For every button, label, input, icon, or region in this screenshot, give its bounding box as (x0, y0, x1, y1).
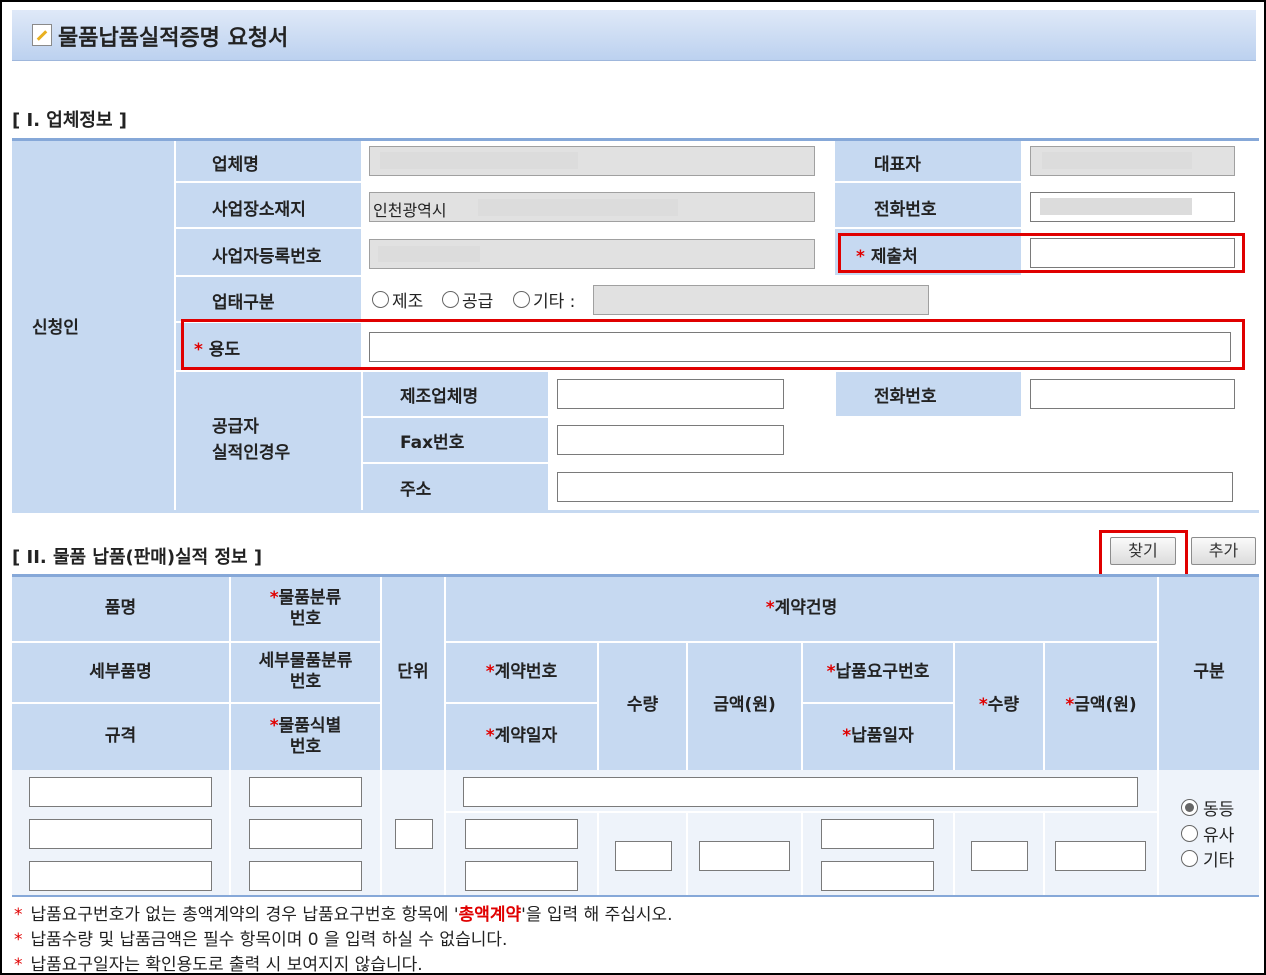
item-name-input[interactable] (29, 777, 212, 807)
business-type-other-field[interactable] (593, 285, 929, 315)
purpose-label: * 용도 (194, 340, 241, 360)
category-radio-other[interactable] (1181, 850, 1198, 867)
redacted-representative (1042, 152, 1192, 169)
header-delivery-date: *납품일자 (842, 726, 914, 746)
business-number-label: 사업자등록번호 (212, 247, 322, 267)
submit-to-label: * 제출처 (856, 247, 918, 267)
business-type-radio-other[interactable] (513, 291, 530, 308)
header-quantity: 수량 (626, 695, 659, 715)
supplier-label: 공급자 실적인경우 (212, 417, 291, 463)
amount-input[interactable] (699, 841, 790, 871)
page-header: 물품납품실적증명 요청서 (12, 10, 1256, 61)
section2-heading: [ II. 물품 납품(판매)실적 정보 ] (12, 547, 263, 568)
find-button[interactable]: 찾기 (1110, 537, 1176, 565)
header-unit: 단위 (397, 662, 429, 682)
category-option-2: 유사 (1203, 826, 1235, 846)
fax-field[interactable] (557, 425, 784, 455)
applicant-label: 신청인 (32, 318, 79, 338)
delivery-quantity-input[interactable] (971, 841, 1028, 871)
address-value: 인천광역시 (373, 201, 447, 220)
contract-name-input[interactable] (463, 777, 1138, 807)
category-radio-equivalent[interactable] (1181, 799, 1198, 816)
maker-phone-field[interactable] (1030, 379, 1235, 409)
header-goods-class-no: *물품분류 번호 (269, 588, 342, 629)
business-type-label: 업태구분 (212, 293, 275, 313)
phone-label: 전화번호 (874, 200, 937, 220)
fax-label: Fax번호 (400, 433, 465, 453)
maker-address-field[interactable] (557, 472, 1233, 502)
purpose-field[interactable] (369, 332, 1231, 362)
note-1: * 납품요구번호가 없는 총액계약의 경우 납품요구번호 항목에 '총액계약'을 … (14, 905, 673, 925)
header-goods-id-no: *물품식별 번호 (269, 716, 342, 757)
business-type-option-1: 제조 (392, 292, 424, 312)
maker-address-label: 주소 (400, 480, 432, 500)
redacted-phone (1040, 198, 1192, 215)
maker-phone-label: 전화번호 (874, 387, 937, 407)
quantity-input[interactable] (615, 841, 672, 871)
category-option-3: 기타 (1203, 851, 1235, 871)
section1-heading: [ I. 업체정보 ] (12, 110, 128, 131)
delivery-request-no-input[interactable] (821, 819, 934, 849)
business-type-radio-supply[interactable] (442, 291, 459, 308)
goods-class-no-input[interactable] (249, 777, 362, 807)
header-contract-date: *계약일자 (485, 726, 558, 746)
delivery-date-input[interactable] (821, 861, 934, 891)
redacted-address (478, 199, 678, 216)
category-option-1: 동등 (1203, 800, 1235, 820)
note-3: * 납품요구일자는 확인용도로 출력 시 보여지지 않습니다. (14, 955, 423, 975)
maker-name-field[interactable] (557, 379, 784, 409)
redacted-business-number (378, 246, 480, 262)
company-name-label: 업체명 (212, 155, 259, 175)
header-category: 구분 (1193, 662, 1225, 682)
header-amount: 금액(원) (713, 695, 776, 715)
header-spec: 규격 (104, 726, 137, 746)
maker-name-label: 제조업체명 (400, 387, 479, 407)
spec-input[interactable] (29, 861, 212, 891)
goods-id-no-input[interactable] (249, 861, 362, 891)
detail-class-no-input[interactable] (249, 819, 362, 849)
header-item-name: 품명 (104, 598, 137, 618)
contract-no-input[interactable] (465, 819, 578, 849)
header-detail-item-name: 세부품명 (89, 662, 152, 682)
note-2: * 납품수량 및 납품금액은 필수 항목이며 0 을 입력 하실 수 없습니다. (14, 930, 508, 950)
header-delivery-amount: *금액(원) (1065, 695, 1137, 715)
header-delivery-request-no: *납품요구번호 (826, 662, 930, 682)
business-type-radio-manufacture[interactable] (372, 291, 389, 308)
submit-to-field[interactable] (1030, 238, 1235, 268)
representative-label: 대표자 (874, 155, 921, 175)
document-edit-icon (32, 24, 52, 46)
header-contract-name: *계약건명 (765, 598, 838, 618)
address-label: 사업장소재지 (212, 200, 306, 220)
redacted-company-name (380, 152, 578, 169)
header-contract-no: *계약번호 (485, 662, 558, 682)
add-button[interactable]: 추가 (1191, 537, 1256, 565)
category-radio-similar[interactable] (1181, 825, 1198, 842)
business-type-option-3: 기타 : (533, 292, 576, 312)
business-type-option-2: 공급 (462, 292, 494, 312)
unit-input[interactable] (395, 819, 433, 849)
header-delivery-quantity: *수량 (978, 695, 1020, 715)
contract-date-input[interactable] (465, 861, 578, 891)
detail-item-name-input[interactable] (29, 819, 212, 849)
page-title: 물품납품실적증명 요청서 (58, 26, 289, 51)
header-detail-class-no: 세부물품분류 번호 (258, 651, 353, 692)
delivery-amount-input[interactable] (1055, 841, 1146, 871)
